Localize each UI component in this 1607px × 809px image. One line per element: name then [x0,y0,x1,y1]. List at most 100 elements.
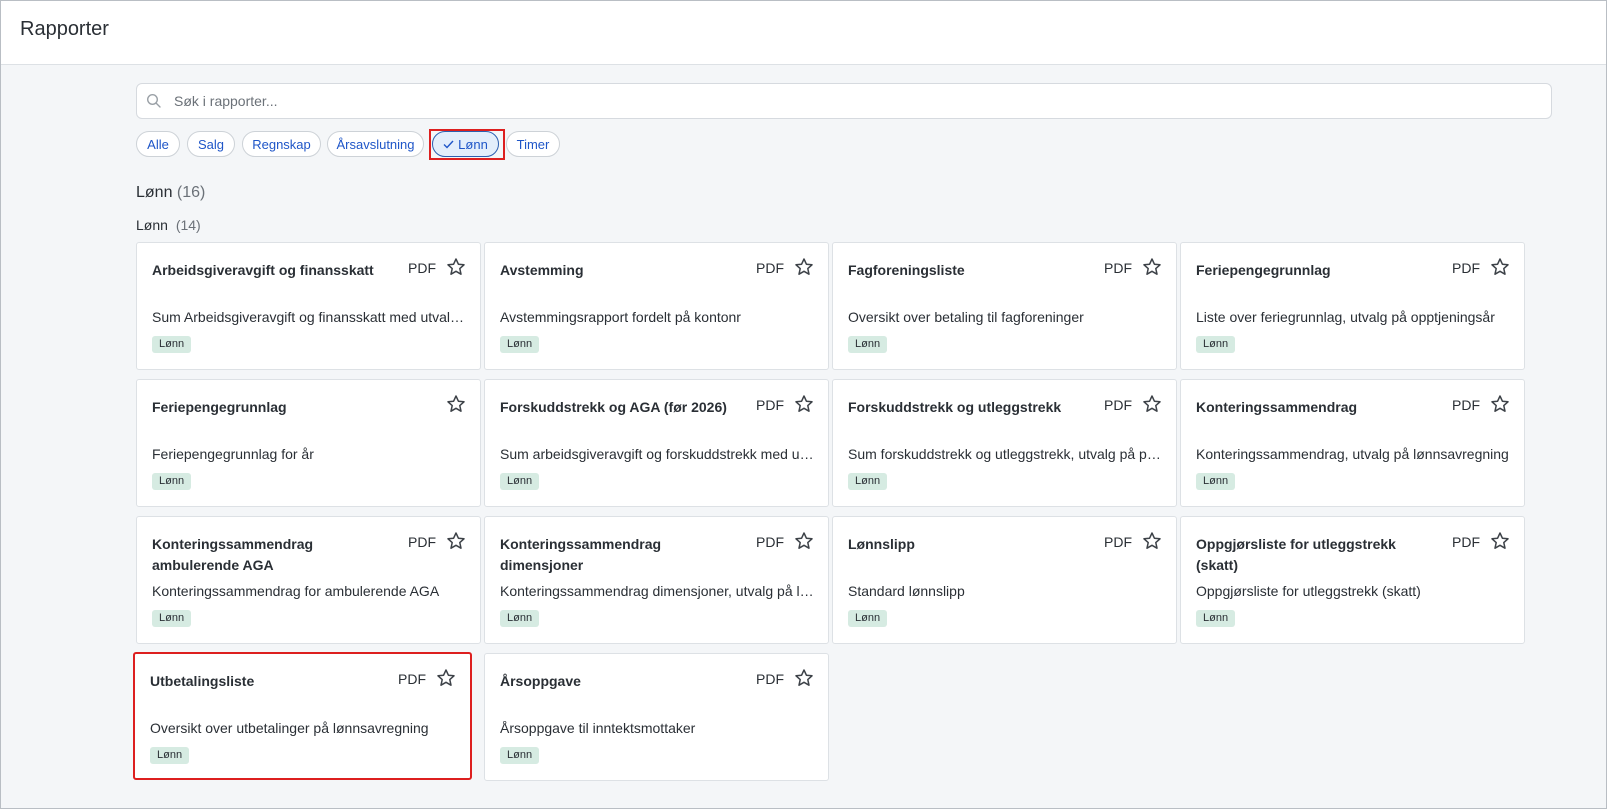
report-title[interactable]: Årsoppgave [500,671,740,692]
subgroup-title: Lønn [136,217,168,233]
report-format: PDF [756,671,784,687]
report-tag: Lønn [1196,473,1236,490]
report-description: Sum forskuddstrekk og utleggstrekk, utva… [848,446,1163,462]
report-title[interactable]: Avstemming [500,260,740,281]
report-tag: Lønn [500,336,540,353]
report-card[interactable]: Årsoppgave PDF Årsoppgave til inntektsmott… [484,653,829,781]
report-tag: Lønn [848,473,888,490]
report-title[interactable]: Lønnslipp [848,534,1088,555]
filter-chip-label: Timer [516,136,550,152]
report-description: Årsoppgave til inntektsmottaker [500,720,696,736]
report-card[interactable]: Arbeidsgiveravgift og finansskatt PDF Sum … [136,242,481,370]
star-icon[interactable] [436,668,456,688]
report-tag: Lønn [500,747,540,764]
report-description: Sum Arbeidsgiveravgift og finansskatt me… [152,309,467,325]
report-format: PDF [756,397,784,413]
report-title[interactable]: Konteringssammendrag dimensjoner [500,534,740,576]
report-format: PDF [756,534,784,550]
report-format: PDF [1452,534,1480,550]
page-header: Rapporter [1,1,1606,65]
filter-chip-label: Alle [147,136,169,152]
group-count: (16) [176,184,206,201]
report-tag: Lønn [848,610,888,627]
report-title[interactable]: Arbeidsgiveravgift og finansskatt [152,260,392,281]
report-format: PDF [756,260,784,276]
report-format: PDF [1104,260,1132,276]
report-card[interactable]: Avstemming PDF Avstemmingsrapport fordelt … [484,242,829,370]
report-description: Feriepengegrunnlag for år [152,446,314,462]
report-card[interactable]: Feriepengegrunnlag Feriepengegrunnlag for… [136,379,481,507]
report-title[interactable]: Feriepengegrunnlag [152,397,392,418]
filter-chip-arsavslutning[interactable]: Årsavslutning [327,131,424,157]
report-description: Konteringssammendrag for ambulerende AGA [152,583,440,599]
star-icon[interactable] [794,531,814,551]
report-tag: Lønn [152,336,192,353]
report-tag: Lønn [1196,610,1236,627]
star-icon[interactable] [1142,257,1162,277]
star-icon[interactable] [794,394,814,414]
search-box[interactable] [136,83,1552,119]
filter-chip-regnskap[interactable]: Regnskap [242,131,321,157]
subgroup-count: (14) [175,217,201,233]
report-card[interactable]: Konteringssammendrag ambulerende AGA PDF K… [136,516,481,644]
report-format: PDF [408,260,436,276]
report-title[interactable]: Forskuddstrekk og AGA (før 2026) [500,397,740,418]
report-format: PDF [1104,534,1132,550]
report-card[interactable]: Konteringssammendrag PDF Konteringssammend… [1180,379,1525,507]
report-description: Oppgjørsliste for utleggstrekk (skatt) [1196,583,1421,599]
subgroup-heading: Lønn (14) [136,217,201,233]
report-card[interactable]: Fagforeningsliste PDF Oversikt over betali… [832,242,1177,370]
group-title: Lønn [136,184,173,201]
report-card[interactable]: Oppgjørsliste for utleggstrekk (skatt) PD… [1180,516,1525,644]
star-icon[interactable] [1490,531,1510,551]
group-heading: Lønn (16) [136,184,205,202]
star-icon[interactable] [446,257,466,277]
report-title[interactable]: Konteringssammendrag [1196,397,1436,418]
report-title[interactable]: Feriepengegrunnlag [1196,260,1436,281]
report-card[interactable]: Feriepengegrunnlag PDF Liste over feriegru… [1180,242,1525,370]
report-description: Avstemmingsrapport fordelt på kontonr [500,309,741,325]
report-card[interactable]: Forskuddstrekk og AGA (før 2026) PDF Sum a… [484,379,829,507]
report-tag: Lønn [500,473,540,490]
report-description: Sum arbeidsgiveravgift og forskuddstrekk… [500,446,815,462]
star-icon[interactable] [794,668,814,688]
report-card[interactable]: Konteringssammendrag dimensjoner PDF Konte… [484,516,829,644]
filter-chip-label: Årsavslutning [336,136,415,152]
report-description: Oversikt over betaling til fagforeninger [848,309,1084,325]
search-icon [146,93,161,108]
star-icon[interactable] [794,257,814,277]
report-title[interactable]: Forskuddstrekk og utleggstrekk [848,397,1088,418]
report-tag: Lønn [848,336,888,353]
report-tag: Lønn [152,473,192,490]
star-icon[interactable] [1490,257,1510,277]
star-icon[interactable] [1142,531,1162,551]
filter-highlight [429,129,505,160]
report-title[interactable]: Fagforeningsliste [848,260,1088,281]
star-icon[interactable] [1490,394,1510,414]
report-card[interactable]: Utbetalingsliste PDF Oversikt over utbetal… [133,652,472,780]
report-tag: Lønn [150,747,190,764]
star-icon[interactable] [446,394,466,414]
filter-chip-salg[interactable]: Salg [187,131,235,157]
report-description: Konteringssammendrag dimensjoner, utvalg… [500,583,815,599]
report-format: PDF [398,671,426,687]
report-title[interactable]: Utbetalingsliste [150,671,390,692]
report-title[interactable]: Oppgjørsliste for utleggstrekk (skatt) [1196,534,1436,576]
reports-content: Alle Salg Regnskap Årsavslutning Lønn Ti… [133,83,1552,781]
filter-chip-alle[interactable]: Alle [136,131,180,157]
app-window: Rapporter Alle Salg Regnskap Årsavslutni… [0,0,1607,809]
report-description: Oversikt over utbetalinger på lønnsavreg… [150,720,429,736]
page-title: Rapporter [20,18,109,40]
report-card[interactable]: Forskuddstrekk og utleggstrekk PDF Sum for… [832,379,1177,507]
report-format: PDF [408,534,436,550]
report-description: Standard lønnslipp [848,583,965,599]
report-description: Liste over feriegrunnlag, utvalg på oppt… [1196,309,1495,325]
star-icon[interactable] [1142,394,1162,414]
filter-chip-label: Regnskap [252,136,311,152]
filter-chip-timer[interactable]: Timer [506,131,560,157]
search-input[interactable] [172,84,1536,118]
star-icon[interactable] [446,531,466,551]
report-card[interactable]: Lønnslipp PDF Standard lønnslipp Lønn [832,516,1177,644]
report-description: Konteringssammendrag, utvalg på lønnsavr… [1196,446,1509,462]
report-title[interactable]: Konteringssammendrag ambulerende AGA [152,534,392,576]
